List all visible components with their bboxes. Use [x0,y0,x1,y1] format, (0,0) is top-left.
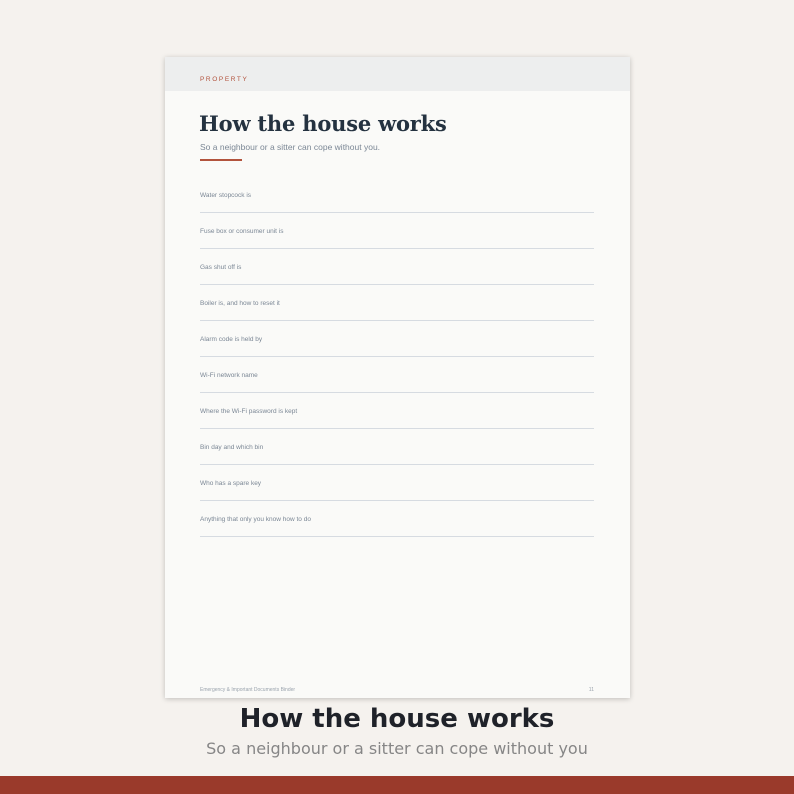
field-row-alarm-code[interactable]: Alarm code is held by [200,321,594,357]
footer-page-number: 11 [588,687,594,693]
field-row-bin-day[interactable]: Bin day and which bin [200,429,594,465]
field-row-boiler[interactable]: Boiler is, and how to reset it [200,285,594,321]
field-label: Gas shut off is [200,264,242,271]
field-row-wifi-password[interactable]: Where the Wi-Fi password is kept [200,393,594,429]
field-row-spare-key[interactable]: Who has a spare key [200,465,594,501]
field-label: Who has a spare key [200,480,262,487]
field-label: Anything that only you know how to do [200,516,311,523]
caption-title: How the house works [239,704,555,734]
document-page: PROPERTY How the house works So a neighb… [165,57,630,698]
section-tag: PROPERTY [200,76,249,83]
page-header-band: PROPERTY [165,57,630,91]
field-label: Wi-Fi network name [200,372,258,379]
field-row-wifi-name[interactable]: Wi-Fi network name [200,357,594,393]
footer-document-name: Emergency & Important Documents Binder [200,687,296,693]
field-row-only-you-know[interactable]: Anything that only you know how to do [200,501,594,537]
bottom-color-band [0,776,794,794]
field-label: Alarm code is held by [200,336,263,343]
page-title: How the house works [199,111,447,136]
field-label: Fuse box or consumer unit is [200,228,284,235]
field-label: Bin day and which bin [200,444,264,451]
accent-divider [200,159,242,161]
field-label: Boiler is, and how to reset it [200,300,280,307]
field-row-fuse-box[interactable]: Fuse box or consumer unit is [200,213,594,249]
page-subtitle: So a neighbour or a sitter can cope with… [200,142,381,152]
field-row-gas-shut-off[interactable]: Gas shut off is [200,249,594,285]
field-list: Water stopcock is Fuse box or consumer u… [200,177,594,537]
field-label: Water stopcock is [200,192,252,199]
field-label: Where the Wi-Fi password is kept [200,408,298,415]
caption-subtitle: So a neighbour or a sitter can cope with… [206,739,588,758]
field-row-water-stopcock[interactable]: Water stopcock is [200,177,594,213]
